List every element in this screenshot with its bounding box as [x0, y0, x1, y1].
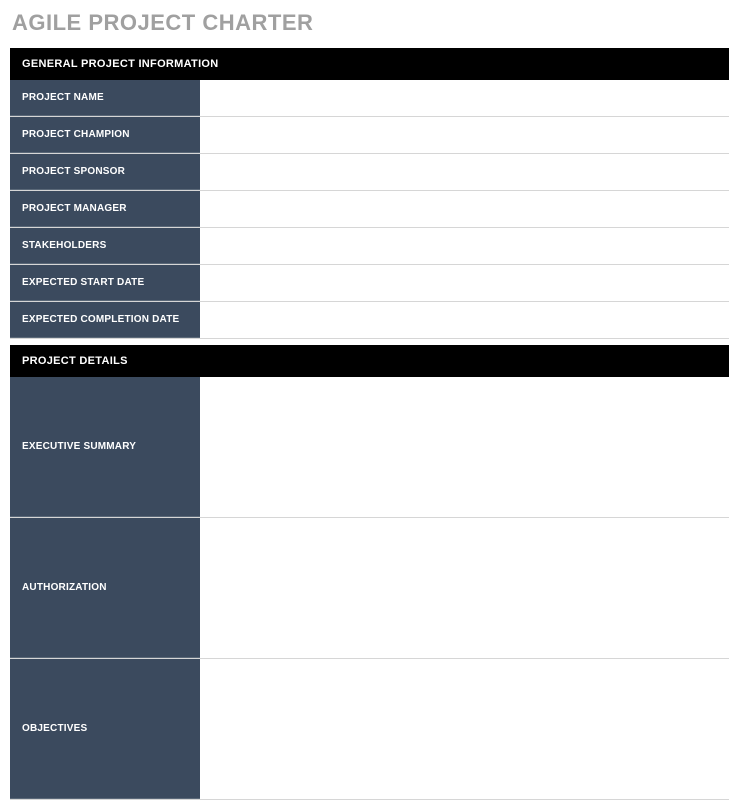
row-expected-start-date: EXPECTED START DATE [10, 265, 729, 302]
label-expected-start-date: EXPECTED START DATE [10, 265, 200, 301]
label-project-champion: PROJECT CHAMPION [10, 117, 200, 153]
section-header-details: PROJECT DETAILS [10, 345, 729, 377]
value-project-champion[interactable] [200, 117, 729, 153]
label-executive-summary: EXECUTIVE SUMMARY [10, 377, 200, 517]
page-title: AGILE PROJECT CHARTER [12, 10, 729, 36]
value-project-manager[interactable] [200, 191, 729, 227]
section-header-general: GENERAL PROJECT INFORMATION [10, 48, 729, 80]
value-stakeholders[interactable] [200, 228, 729, 264]
section-project-details: PROJECT DETAILS EXECUTIVE SUMMARY AUTHOR… [10, 345, 729, 800]
label-expected-completion-date: EXPECTED COMPLETION DATE [10, 302, 200, 338]
value-executive-summary[interactable] [200, 377, 729, 517]
row-executive-summary: EXECUTIVE SUMMARY [10, 377, 729, 518]
label-project-sponsor: PROJECT SPONSOR [10, 154, 200, 190]
row-objectives: OBJECTIVES [10, 659, 729, 800]
row-project-sponsor: PROJECT SPONSOR [10, 154, 729, 191]
section-general-info: GENERAL PROJECT INFORMATION PROJECT NAME… [10, 48, 729, 339]
value-objectives[interactable] [200, 659, 729, 799]
row-authorization: AUTHORIZATION [10, 518, 729, 659]
row-expected-completion-date: EXPECTED COMPLETION DATE [10, 302, 729, 339]
value-project-name[interactable] [200, 80, 729, 116]
label-project-name: PROJECT NAME [10, 80, 200, 116]
label-stakeholders: STAKEHOLDERS [10, 228, 200, 264]
row-project-champion: PROJECT CHAMPION [10, 117, 729, 154]
row-stakeholders: STAKEHOLDERS [10, 228, 729, 265]
value-expected-start-date[interactable] [200, 265, 729, 301]
row-project-name: PROJECT NAME [10, 80, 729, 117]
label-project-manager: PROJECT MANAGER [10, 191, 200, 227]
value-project-sponsor[interactable] [200, 154, 729, 190]
label-authorization: AUTHORIZATION [10, 518, 200, 658]
value-expected-completion-date[interactable] [200, 302, 729, 338]
value-authorization[interactable] [200, 518, 729, 658]
row-project-manager: PROJECT MANAGER [10, 191, 729, 228]
label-objectives: OBJECTIVES [10, 659, 200, 799]
